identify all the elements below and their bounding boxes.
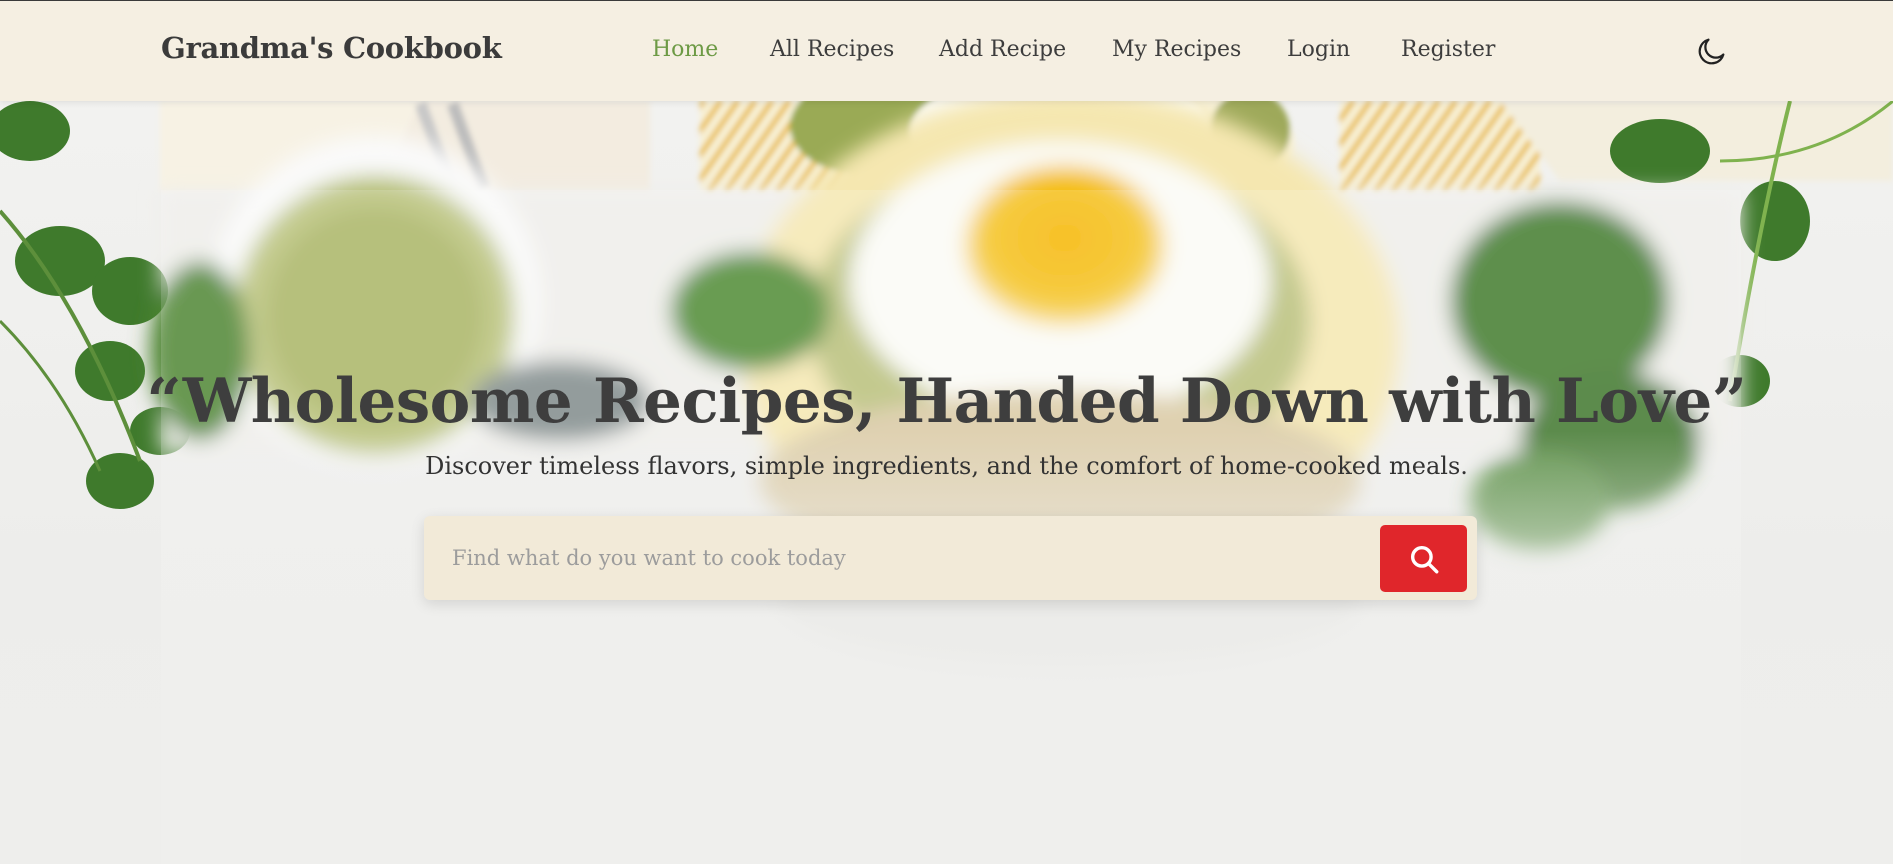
navbar: Grandma's Cookbook Home All Recipes Add … — [0, 0, 1893, 101]
nav-link-add-recipe[interactable]: Add Recipe — [939, 37, 1066, 62]
hero-section — [0, 101, 1893, 864]
hero-title: “Wholesome Recipes, Handed Down with Lov… — [146, 366, 1747, 437]
main-nav: Home All Recipes Add Recipe My Recipes L… — [0, 37, 1893, 67]
nav-link-home[interactable]: Home — [652, 37, 718, 62]
search-bar — [424, 516, 1477, 600]
search-button[interactable] — [1380, 525, 1467, 592]
moon-icon — [1698, 38, 1725, 65]
search-input[interactable] — [452, 538, 1372, 578]
nav-link-all-recipes[interactable]: All Recipes — [770, 37, 894, 62]
hero-background-image — [0, 101, 1893, 864]
hero-subtitle: Discover timeless flavors, simple ingred… — [425, 452, 1468, 480]
nav-link-register[interactable]: Register — [1401, 37, 1495, 62]
theme-toggle-button[interactable] — [1694, 33, 1730, 69]
search-icon — [1410, 545, 1438, 573]
nav-link-login[interactable]: Login — [1287, 37, 1350, 62]
nav-link-my-recipes[interactable]: My Recipes — [1112, 37, 1241, 62]
